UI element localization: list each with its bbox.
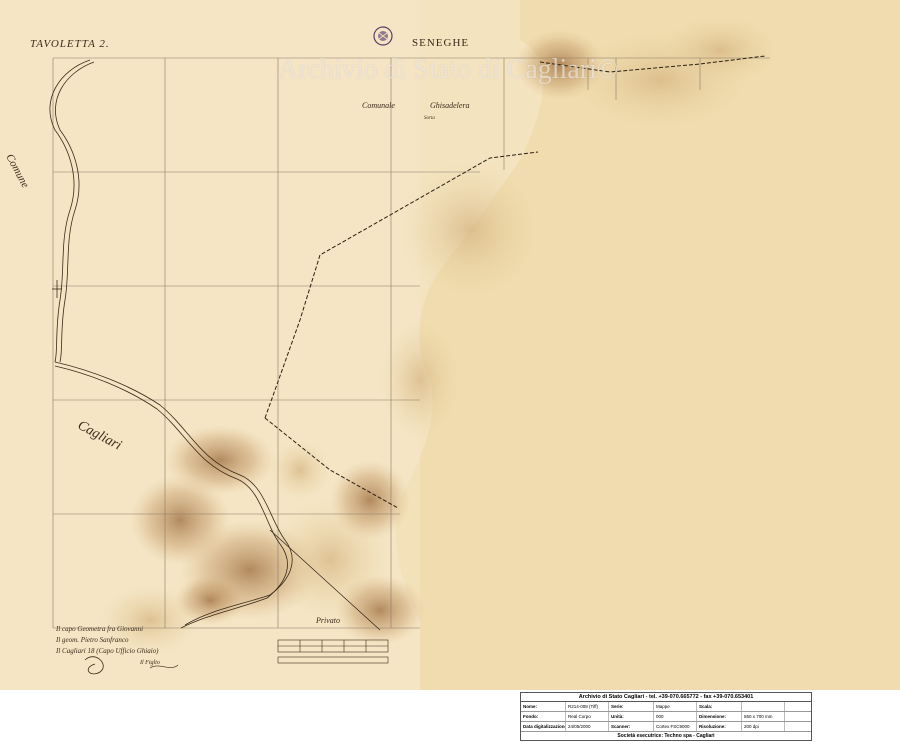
- info-value: R214-008 (Tiff): [566, 702, 609, 711]
- sheet-title: TAVOLETTA 2.: [30, 38, 110, 50]
- top-label-seneghe: SENEGHE: [412, 37, 470, 49]
- signature-line: Il Figlio: [140, 660, 160, 666]
- info-value: [742, 702, 785, 711]
- label-privato: Privato: [316, 616, 340, 625]
- info-row: Fondo: Real Corpo Unità: 000 Dimensione:…: [521, 712, 811, 722]
- info-value: 550 x 700 mm: [742, 712, 785, 721]
- map-sheet: TAVOLETTA 2. SENEGHE Archivio di Stato d…: [0, 0, 900, 690]
- signature-line: Il Cagliari 18 (Capo Ufficio Ghiaio): [56, 647, 159, 655]
- label-sorta: Sorta: [424, 116, 435, 121]
- archive-info-table: Archivio di Stato Cagliari - tel. +39-07…: [520, 692, 812, 741]
- signature-line: Il geom. Pietro Sanfranco: [56, 636, 129, 644]
- archive-info-company: Società esecutrice: Techno spa - Cagliar…: [617, 733, 715, 739]
- info-label: Risoluzione:: [697, 722, 742, 731]
- label-ghisadelera: Ghisadelera: [430, 101, 470, 110]
- signature-line: Il capo Geometra fra Giovanni: [56, 625, 144, 633]
- info-label: Scala:: [697, 702, 742, 711]
- info-label: Data digitalizzazione:: [523, 722, 566, 731]
- info-label: Scanner:: [609, 722, 654, 731]
- archive-info-title: Archivio di Stato Cagliari - tel. +39-07…: [521, 693, 811, 702]
- info-label: Dimensione:: [697, 712, 742, 721]
- info-value: Cortex FSC9000: [654, 722, 697, 731]
- info-value: 000: [654, 712, 697, 721]
- info-row: Data digitalizzazione: 24/05/2000 Scanne…: [521, 722, 811, 732]
- label-comunale: Comunale: [362, 101, 395, 110]
- watermark: Archivio di Stato di Cagliari©: [278, 54, 619, 85]
- info-label: Serie:: [609, 702, 654, 711]
- info-value: Real Corpo: [566, 712, 609, 721]
- info-label: Fondo:: [521, 712, 566, 721]
- info-label: Unità:: [609, 712, 654, 721]
- info-value: 200 dpi: [742, 722, 785, 731]
- info-row: Nome: R214-008 (Tiff) Serie: Mappe Scala…: [521, 702, 811, 712]
- info-value: Mappe: [654, 702, 697, 711]
- info-value: 24/05/2000: [566, 722, 609, 731]
- info-label: Nome:: [521, 702, 566, 711]
